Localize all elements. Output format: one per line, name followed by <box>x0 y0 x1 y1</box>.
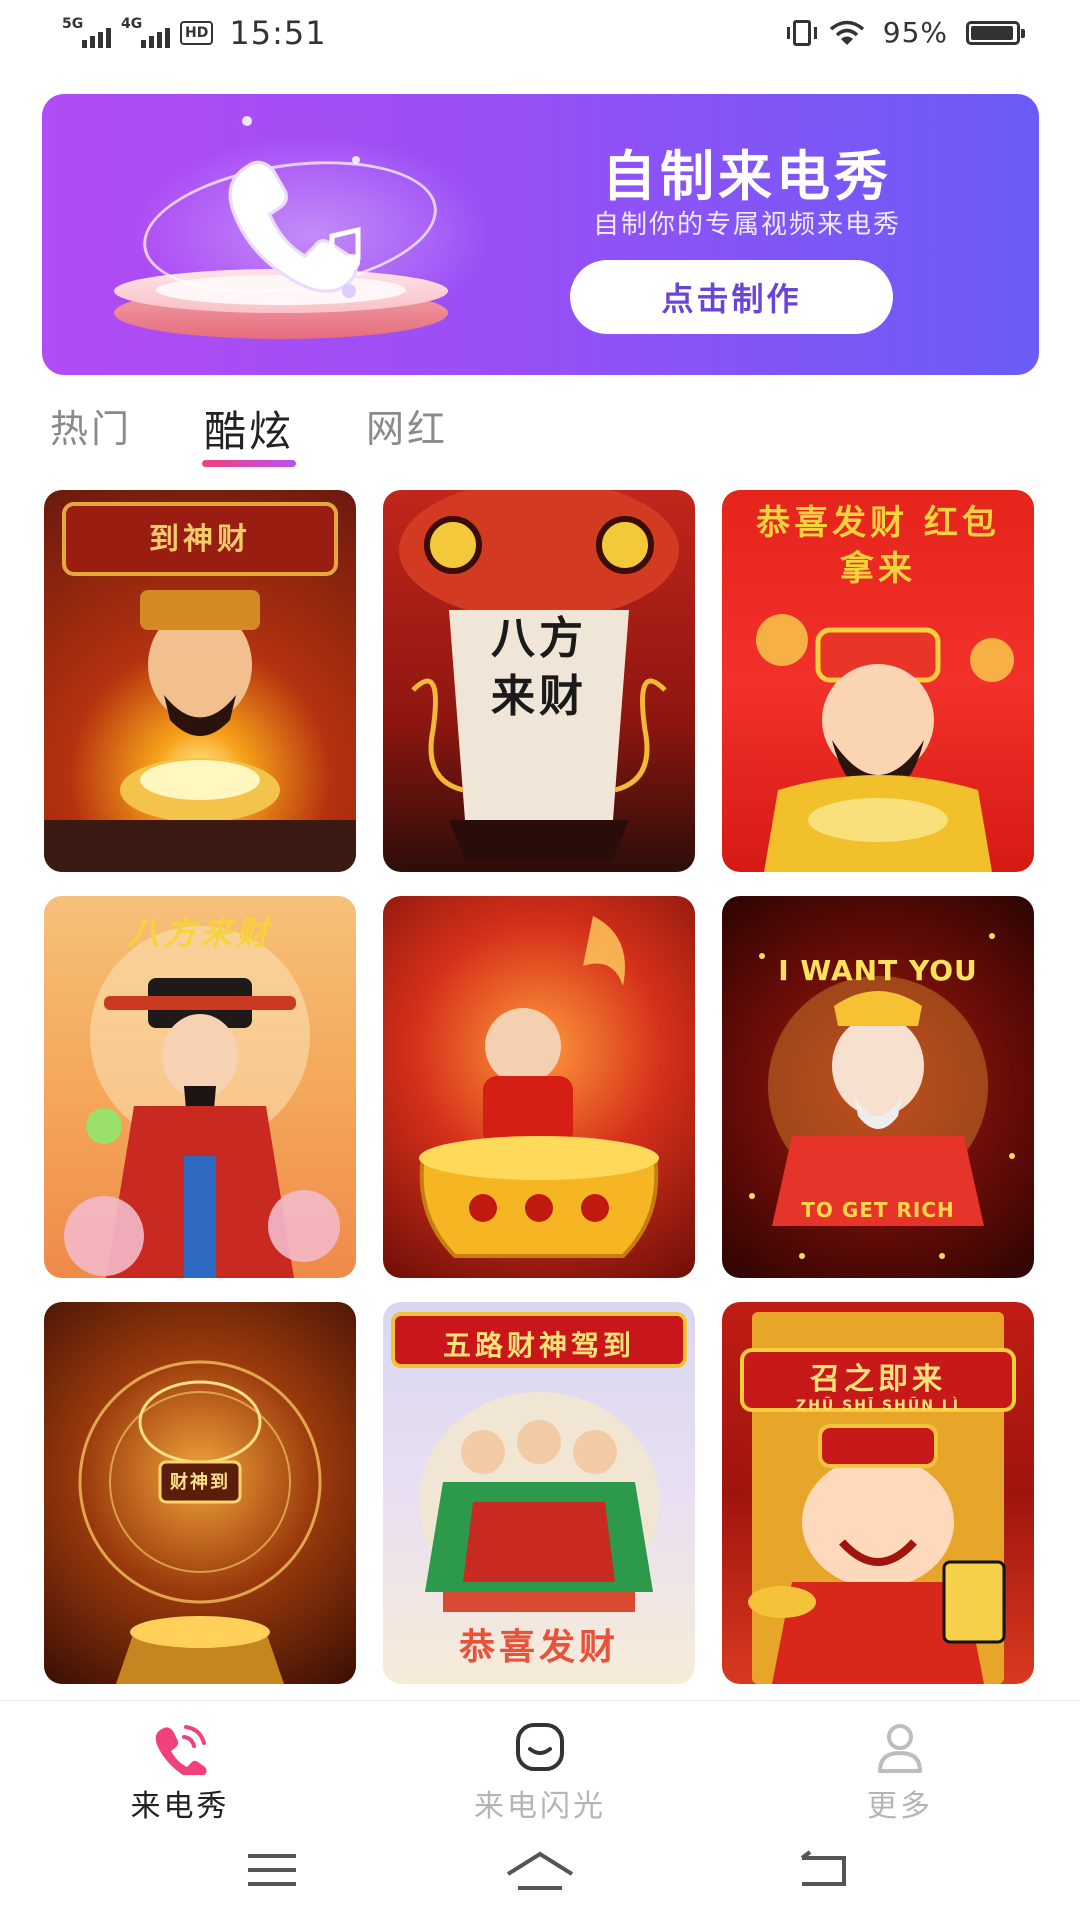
flash-face-icon <box>516 1723 564 1771</box>
card-caption: 八方来财 <box>127 914 272 952</box>
vibrate-icon <box>786 19 817 46</box>
music-note-icon <box>318 226 361 277</box>
video-card[interactable]: 召之即来 ZHŪ SHĪ SHŪN LÌ <box>722 1302 1034 1684</box>
video-card[interactable]: 财神到 <box>44 1302 356 1684</box>
video-grid: 到神财 八方来财 恭喜发财 红包拿来 八方来财 I WANT YOU TO GE… <box>44 490 1038 1684</box>
card-caption: 五路财神驾到 <box>442 1329 635 1362</box>
menu-icon[interactable] <box>244 1850 300 1890</box>
banner-subtitle: 自制你的专属视频来电秀 <box>592 210 901 240</box>
treasure-pot-image <box>419 916 659 1258</box>
banner-title: 自制来电秀 <box>602 145 892 208</box>
nav-label: 来电秀 <box>130 1789 230 1824</box>
video-card[interactable]: 到神财 <box>44 490 356 872</box>
network-type-label: 4G <box>121 16 143 32</box>
signal-4g-icon: 4G <box>121 16 170 48</box>
make-now-button[interactable]: 点击制作 <box>570 260 893 334</box>
tab-hot[interactable]: 热门 <box>50 398 132 453</box>
tab-influencer[interactable]: 网红 <box>366 398 448 453</box>
signal-5g-icon: 5G <box>62 16 111 48</box>
video-card[interactable] <box>383 896 695 1278</box>
status-bar: 5G 4G HD 15:51 95% <box>0 0 1080 70</box>
back-icon[interactable] <box>796 1850 852 1890</box>
battery-icon <box>966 20 1025 45</box>
card-caption: 到神财 <box>149 522 251 557</box>
nav-item-callshow[interactable]: 来电秀 <box>80 1719 280 1825</box>
make-callshow-banner[interactable]: 自制来电秀 自制你的专属视频来电秀 点击制作 <box>42 94 1039 375</box>
nav-label: 来电闪光 <box>474 1789 606 1824</box>
hd-voice-icon: HD <box>180 21 214 45</box>
wifi-icon <box>829 20 864 45</box>
category-tabs: 热门 酷炫 网红 <box>50 398 448 478</box>
status-left: 5G 4G HD 15:51 <box>62 14 327 52</box>
bottom-navigation: 来电秀 来电闪光 更多 <box>0 1700 1080 1831</box>
home-icon[interactable] <box>504 1850 576 1894</box>
video-card[interactable]: I WANT YOU TO GET RICH <box>722 896 1034 1278</box>
nav-item-call-flash[interactable]: 来电闪光 <box>440 1719 640 1825</box>
card-caption-2: ZHŪ SHĪ SHŪN LÌ <box>796 1398 960 1414</box>
card-caption: I WANT YOU <box>778 954 978 987</box>
video-card[interactable]: 五路财神驾到 恭喜发财 <box>383 1302 695 1684</box>
screen: 5G 4G HD 15:51 95% 自制来电秀 自制你的专属视频来电秀 点击制… <box>0 0 1080 1920</box>
nav-label: 更多 <box>867 1789 933 1824</box>
card-caption: 财神到 <box>170 1472 230 1493</box>
card-caption-2: 恭喜发财 <box>458 1627 619 1668</box>
video-card[interactable]: 八方来财 <box>44 896 356 1278</box>
nav-item-more[interactable]: 更多 <box>800 1719 1000 1825</box>
person-icon <box>878 1724 922 1773</box>
card-caption: 召之即来 <box>810 1362 946 1397</box>
phone-icon <box>155 1725 207 1775</box>
tab-cool[interactable]: 酷炫 <box>202 398 297 467</box>
clock: 15:51 <box>229 14 327 52</box>
card-caption-2: TO GET RICH <box>801 1198 955 1222</box>
network-type-label: 5G <box>62 16 84 32</box>
video-card[interactable]: 恭喜发财 红包拿来 <box>722 490 1034 872</box>
card-caption: 恭喜发财 红包拿来 <box>756 503 1000 589</box>
card-caption: 八方来财 <box>491 613 587 722</box>
battery-percentage: 95% <box>882 16 948 49</box>
system-navigation-bar <box>0 1830 1080 1920</box>
status-right: 95% <box>786 16 1025 49</box>
video-card[interactable]: 八方来财 <box>383 490 695 872</box>
